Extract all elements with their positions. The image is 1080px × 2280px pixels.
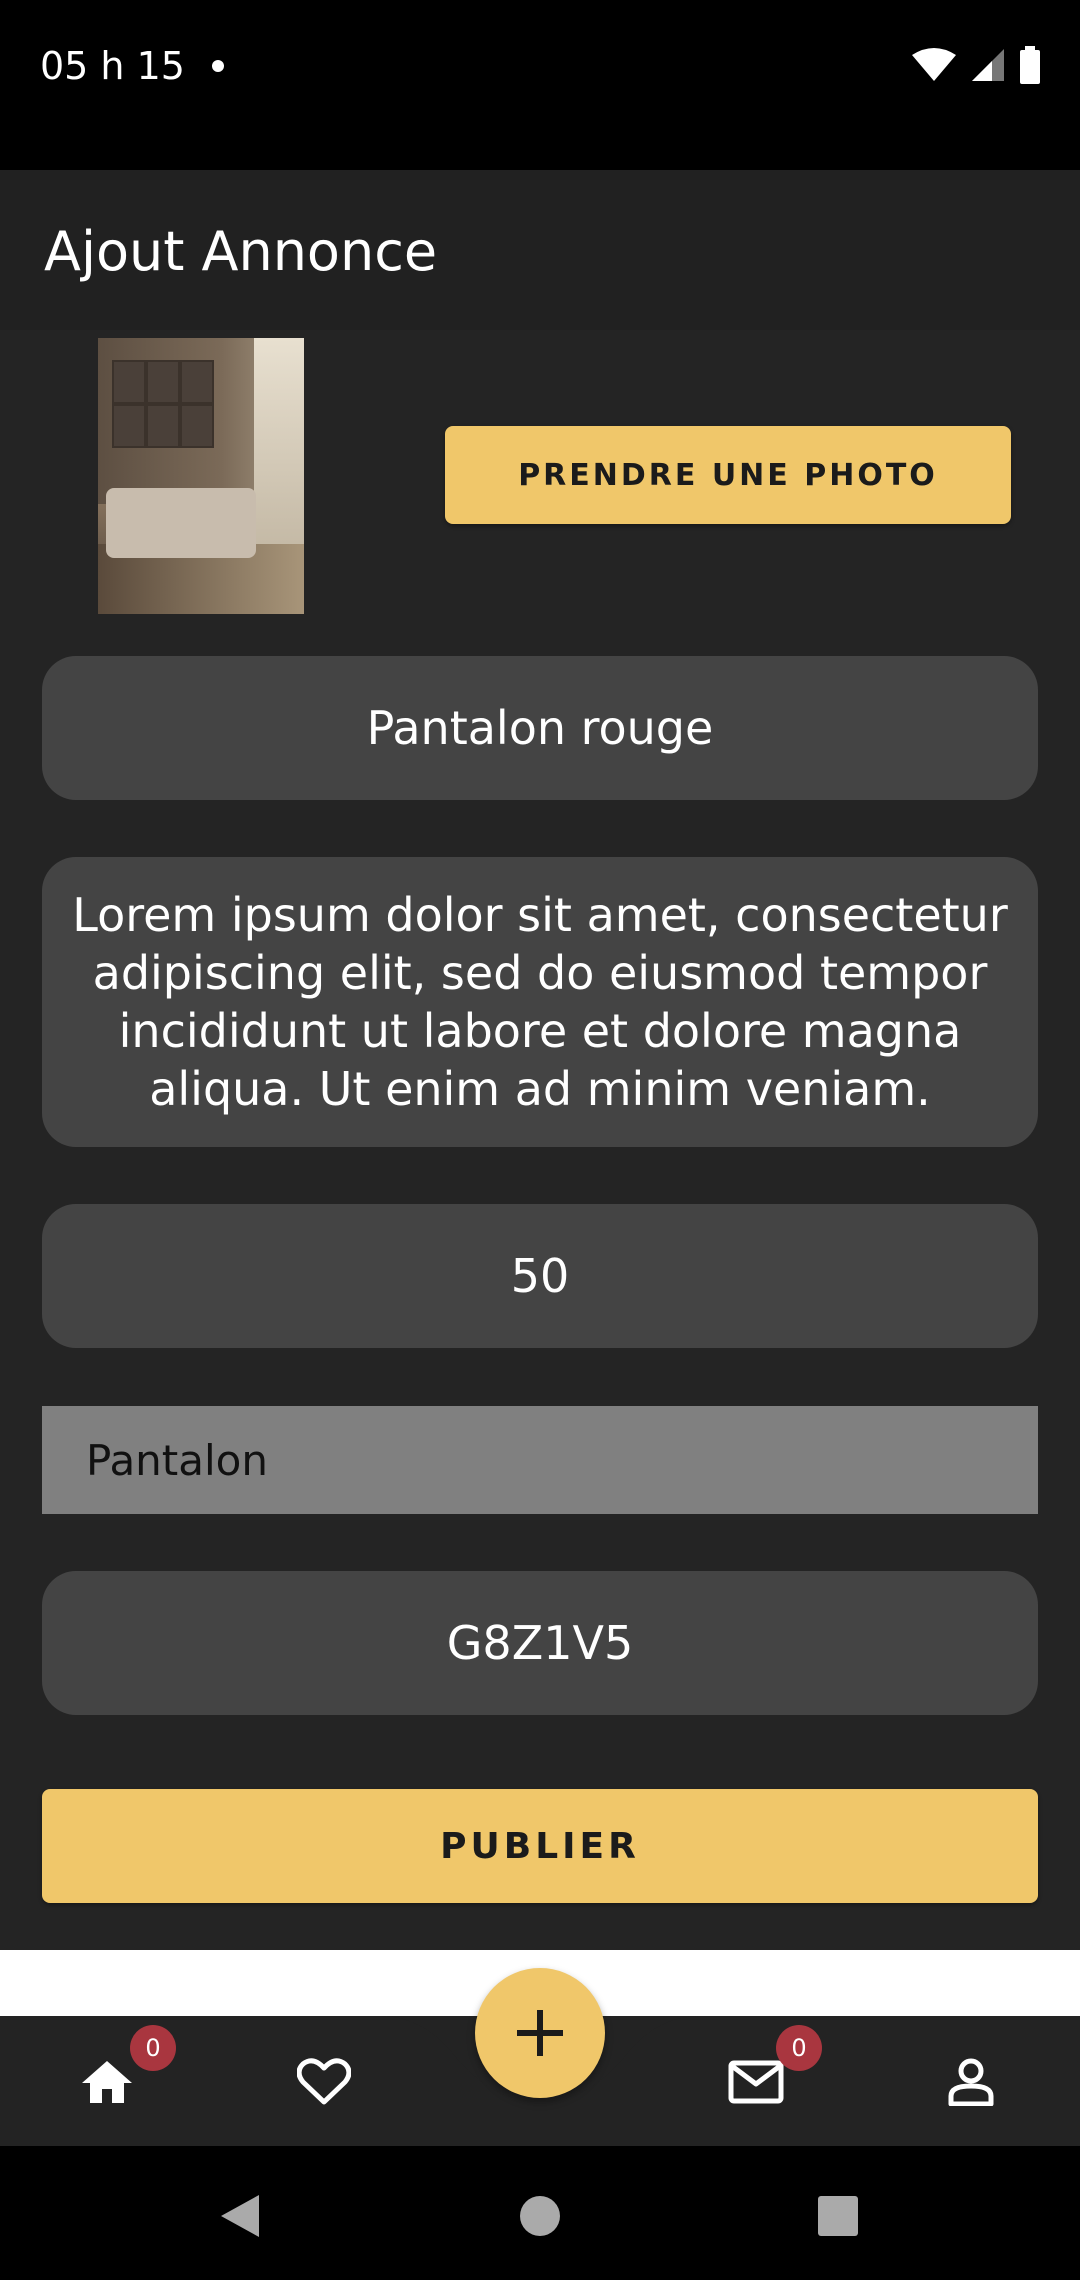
notification-dot-icon — [212, 60, 224, 72]
signal-icon — [972, 49, 1004, 81]
back-triangle-icon — [221, 2195, 259, 2237]
heart-icon — [297, 2058, 351, 2105]
postal-code-field[interactable]: G8Z1V5 — [42, 1571, 1038, 1715]
listing-photo — [98, 338, 304, 614]
nav-profile[interactable] — [931, 2048, 1011, 2116]
system-nav-bar — [0, 2146, 1080, 2280]
battery-icon — [1020, 46, 1040, 84]
take-photo-button[interactable]: PRENDRE UNE PHOTO — [445, 426, 1011, 524]
app-bar: Ajout Annonce — [0, 170, 1080, 330]
status-time: 05 h 15 — [40, 44, 185, 88]
wifi-icon — [912, 48, 956, 81]
status-bar: 05 h 15 — [0, 0, 1080, 170]
page-title: Ajout Annonce — [44, 220, 438, 283]
messages-badge: 0 — [776, 2025, 822, 2071]
title-field[interactable]: Pantalon rouge — [42, 656, 1038, 800]
home-icon — [82, 2061, 132, 2103]
account-icon — [948, 2058, 994, 2106]
status-icons — [910, 46, 1042, 84]
description-field[interactable]: Lorem ipsum dolor sit amet, consectetur … — [42, 857, 1038, 1147]
home-badge: 0 — [130, 2025, 176, 2071]
recents-button[interactable] — [808, 2186, 868, 2246]
category-selected-value: Pantalon — [86, 1435, 268, 1485]
nav-favorites[interactable] — [284, 2048, 364, 2116]
home-circle-icon — [520, 2196, 560, 2236]
back-button[interactable] — [210, 2186, 270, 2246]
mail-icon — [728, 2060, 784, 2104]
publish-button[interactable]: PUBLIER — [42, 1789, 1038, 1903]
price-field[interactable]: 50 — [42, 1204, 1038, 1348]
home-system-button[interactable] — [510, 2186, 570, 2246]
category-select[interactable]: Pantalon — [42, 1406, 1038, 1514]
add-icon — [517, 2010, 563, 2056]
add-listing-button[interactable] — [475, 1968, 605, 2098]
recents-square-icon — [818, 2196, 858, 2236]
